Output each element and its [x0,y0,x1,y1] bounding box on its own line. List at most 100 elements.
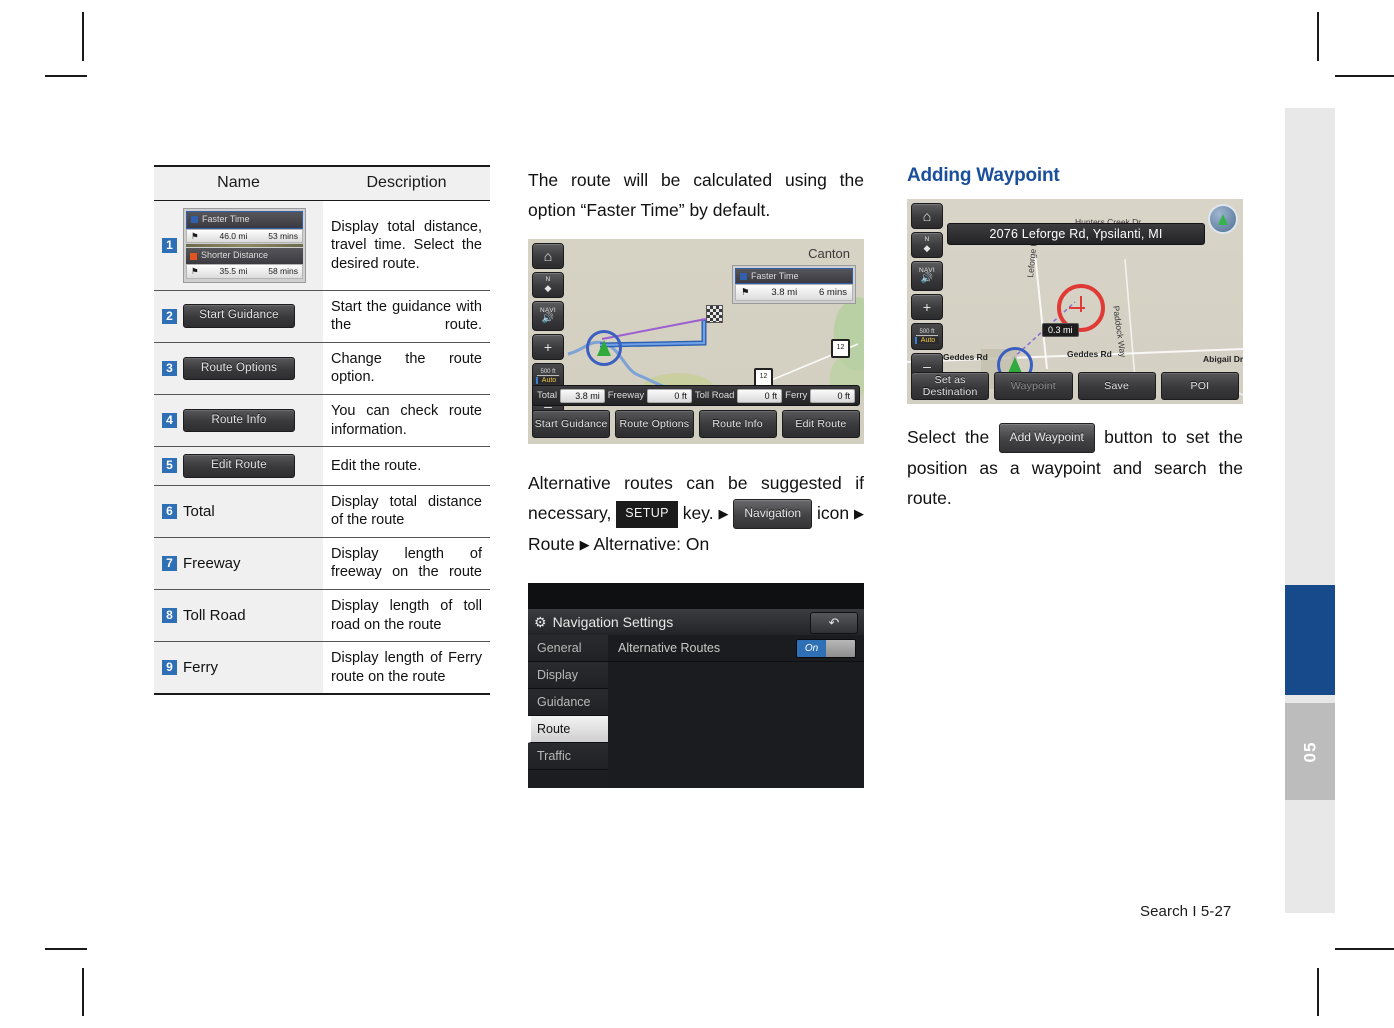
row-name-cell: 6 Total [154,485,323,538]
route-option-faster-label: Faster Time [202,214,250,224]
toggle-on-label: On [797,639,826,657]
spec-table: Name Description 1 Faster Time ⚑ 46.0 mi… [154,165,490,696]
route-option-shorter-header: Shorter Distance [186,248,303,264]
navi-volume-icon[interactable]: NAVI 🔊 [911,261,943,291]
save-button[interactable]: Save [1077,372,1156,400]
north-up-icon[interactable]: N ◆ [911,232,943,258]
row-label-ferry: Ferry [183,659,218,677]
poi-button[interactable]: POI [1160,372,1239,400]
home-icon[interactable]: ⌂ [532,243,564,270]
back-button[interactable]: ↶ [810,612,858,634]
add-waypoint-chip[interactable]: Add Waypoint [998,423,1095,453]
waypoint-bottom-button-row: Set as Destination Waypoint Save POI [911,372,1239,400]
route-summary-distance: 3.8 mi [771,287,798,299]
route-info-button[interactable]: Route Info [183,408,295,433]
map-bottom-button-row: Start Guidance Route Options Route Info … [532,410,860,439]
arrow-icon: ▶ [718,506,729,522]
route-option-faster-values: ⚑ 46.0 mi 53 mins [186,228,303,244]
row-number-badge: 3 [162,360,177,376]
toggle-knob [826,639,855,657]
route-summary-card[interactable]: Faster Time ⚑ 3.8 mi 6 mins [732,265,856,305]
waypoint-button[interactable]: Waypoint [994,372,1073,400]
settings-nav-display[interactable]: Display [528,662,608,689]
settings-title-bar: ⚙ Navigation Settings ↶ [528,609,864,635]
alternative-routes-toggle[interactable]: On [796,638,856,658]
column-header-description: Description [323,166,490,201]
row-number-badge: 5 [162,458,177,474]
road-label-geddes-right: Geddes Rd [1067,349,1112,359]
settings-detail-pane: Alternative Routes On [608,635,864,788]
route-color-swatch-shorter [190,252,197,260]
compass-icon[interactable] [1208,204,1238,234]
route-faster-time: 53 mins [268,230,298,241]
route-shorter-distance: 35.5 mi [219,265,248,276]
road-label-abigail: Abigail Dr [1203,354,1243,364]
route-option-shorter-label: Shorter Distance [201,250,269,261]
info-label-total: Total [537,390,558,402]
setting-label-alternative-routes: Alternative Routes [618,641,721,655]
start-guidance-button[interactable]: Start Guidance [183,304,295,329]
settings-nav-list: General Display Guidance Route Traffic [528,635,608,788]
alt-key-word: key. [682,503,714,524]
settings-title: Navigation Settings [552,614,674,630]
row-label-freeway: Freeway [183,554,241,572]
settings-body: General Display Guidance Route Traffic A… [528,635,864,788]
scale-auto-icon[interactable]: 500 ft Auto [911,323,943,350]
edit-route-button[interactable]: Edit Route [781,410,860,439]
route-info-button[interactable]: Route Info [698,410,777,439]
setup-key-chip[interactable]: SETUP [616,501,678,528]
zoom-in-icon[interactable]: + [911,294,943,320]
info-value-total: 3.8 mi [560,388,605,403]
settings-nav-general[interactable]: General [528,635,608,662]
route-option-faster[interactable]: Faster Time ⚑ 46.0 mi 53 mins [186,211,303,244]
north-up-icon[interactable]: N ◆ [532,272,564,299]
set-as-destination-button[interactable]: Set as Destination [911,372,990,400]
row-description-cell: Display length of toll road on the route [323,589,490,643]
route-shorter-time: 58 mins [268,265,298,276]
row-name-cell: 8 Toll Road [154,589,323,643]
row-description-cell: Start the guidance with the route. [323,290,490,343]
scale-auto-label: Auto [914,337,940,344]
address-bar: 2076 Leforge Rd, Ypsilanti, MI [947,223,1205,245]
route-options-button[interactable]: Route Options [183,356,295,381]
zoom-in-icon[interactable]: + [532,334,564,361]
page-footer: Search I 5-27 [1140,903,1232,920]
start-guidance-button[interactable]: Start Guidance [532,410,611,439]
route-color-swatch-faster [191,216,198,224]
route-choice-card[interactable]: Faster Time ⚑ 46.0 mi 53 mins Shorter Di… [183,208,306,283]
crop-mark-top-right-vertical [1317,12,1319,61]
row-description-cell: Change the route option. [323,342,490,395]
chapter-tab-accent-block [1285,585,1335,695]
map-city-label: Canton [808,246,850,262]
crop-mark-bottom-left-vertical [82,968,84,1016]
route-option-shorter-values: ⚑ 35.5 mi 58 mins [186,263,303,279]
row-label-toll-road: Toll Road [183,606,246,624]
highway-shield-icon: 12 [831,339,850,359]
arrow-icon: ▶ [853,506,864,522]
alternative-routes-paragraph: Alternative routes can be suggested if n… [528,468,864,559]
route-option-shorter[interactable]: Shorter Distance ⚑ 35.5 mi 58 mins [186,248,303,279]
row-name-cell: 3 Route Options [154,342,323,395]
vehicle-arrow-icon [597,340,611,357]
navigation-icon-chip[interactable]: Navigation [733,499,813,529]
flag-icon: ⚑ [741,287,750,299]
navi-volume-icon[interactable]: NAVI 🔊 [532,301,564,332]
route-options-button[interactable]: Route Options [615,410,694,439]
settings-nav-traffic[interactable]: Traffic [528,743,608,770]
row-label-total: Total [183,502,215,520]
column-header-name: Name [154,166,323,201]
settings-nav-route[interactable]: Route [528,716,608,743]
row-name-cell: 9 Ferry [154,641,323,695]
edit-route-button[interactable]: Edit Route [183,454,295,478]
home-icon[interactable]: ⌂ [911,203,943,229]
route-option-faster-header: Faster Time [186,211,303,229]
distance-chip: 0.3 mi [1042,323,1079,337]
row-number-badge: 4 [162,413,177,429]
settings-nav-guidance[interactable]: Guidance [528,689,608,716]
route-summary-time: 6 mins [819,287,847,299]
route-info-strip: Total 3.8 mi Freeway 0 ft Toll Road 0 ft… [532,385,860,407]
add-waypoint-pre: Select the [907,427,990,447]
info-label-ferry: Ferry [785,390,808,402]
middle-column: The route will be calculated using the o… [528,165,864,788]
chapter-tab-number-label: 05 [1299,741,1319,762]
